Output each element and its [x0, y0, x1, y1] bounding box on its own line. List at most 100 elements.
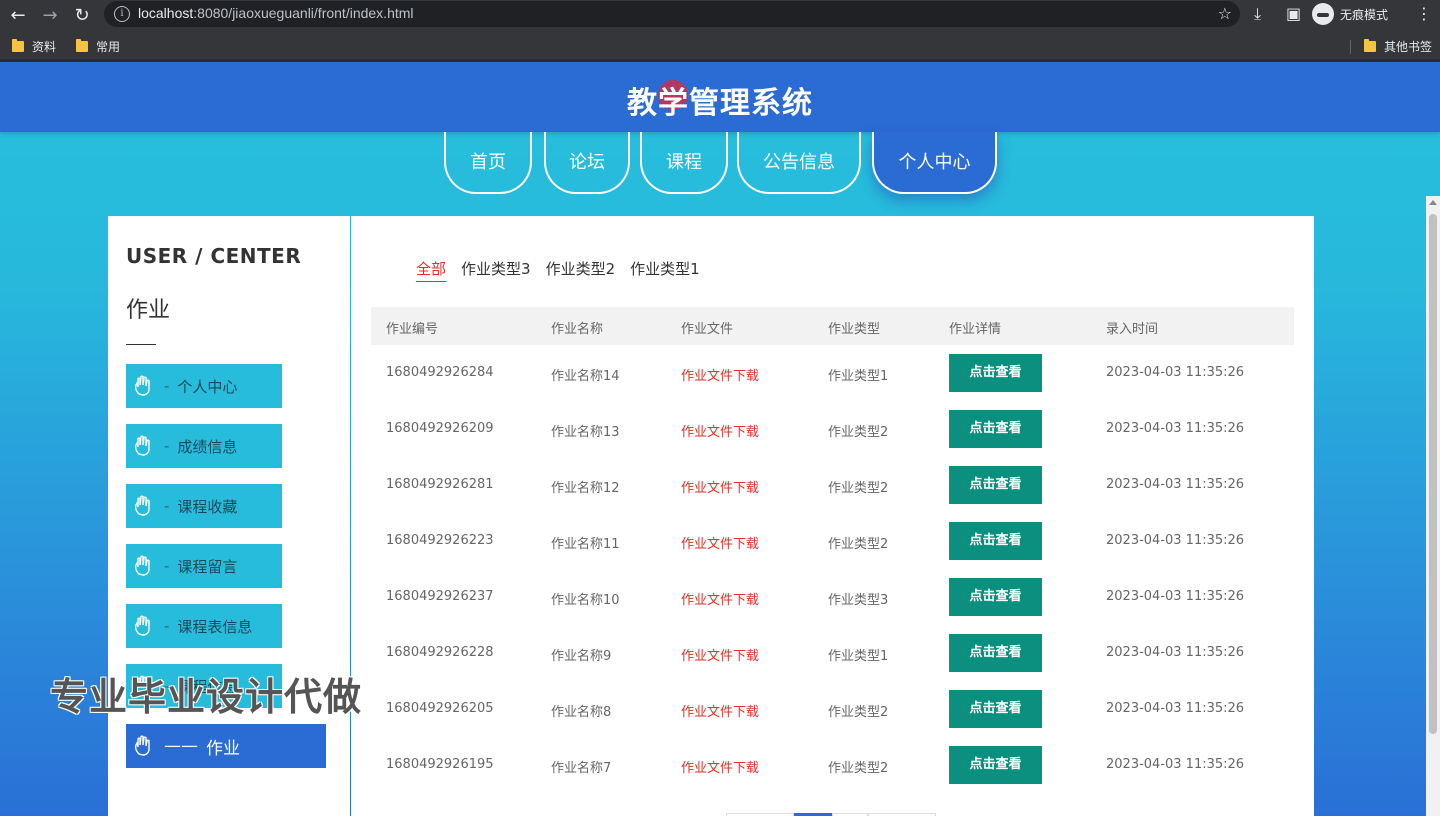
cell-time: 2023-04-03 11:35:26 — [1106, 645, 1245, 660]
sidebar-item-course-comments[interactable]: - 课程留言 — [126, 544, 282, 588]
nav-home[interactable]: 首页 — [444, 132, 532, 194]
menu-dash: - — [164, 377, 170, 395]
cell-time: 2023-04-03 11:35:26 — [1106, 533, 1245, 548]
hand-icon — [134, 735, 150, 756]
other-bookmarks[interactable]: 其他书签 — [1364, 38, 1432, 55]
browser-toolbar: ← → ↻ i localhost:8080/jiaoxueguanli/fro… — [0, 0, 1440, 32]
sidebar-item-course-favorites[interactable]: - 课程收藏 — [126, 484, 282, 528]
cell-id: 1680492926281 — [386, 477, 494, 492]
menu-label: 课程表信息 — [177, 617, 253, 636]
table-row: 1680492926223 作业名称11 作业文件下载 作业类型2 点击查看 2023-0… — [371, 513, 1294, 569]
incognito-icon — [1312, 3, 1334, 25]
scrollbar-thumb[interactable] — [1429, 214, 1437, 734]
folder-icon — [76, 39, 88, 52]
view-detail-button[interactable]: 点击查看 — [949, 410, 1042, 448]
table-body: 1680492926284 作业名称14 作业文件下载 作业类型1 点击查看 2023-0… — [371, 345, 1294, 793]
file-download-link[interactable]: 作业文件下载 — [681, 589, 759, 608]
sidebar-subtitle: 作业 — [126, 298, 171, 323]
sidebar-item-schedule[interactable]: - 课程表信息 — [126, 604, 282, 648]
main-content: 全部 作业类型3 作业类型2 作业类型1 作业编号 作业名称 作业文件 作业类型… — [351, 216, 1314, 816]
bookmark-folder-2[interactable]: 常用 — [76, 38, 120, 55]
file-download-link[interactable]: 作业文件下载 — [681, 477, 759, 496]
table-row: 1680492926228 作业名称9 作业文件下载 作业类型1 点击查看 2023-04… — [371, 625, 1294, 681]
file-download-link[interactable]: 作业文件下载 — [681, 365, 759, 384]
cell-time: 2023-04-03 11:35:26 — [1106, 477, 1245, 492]
forward-icon[interactable]: → — [38, 4, 62, 28]
menu-label: 课程收藏 — [177, 497, 238, 516]
nav-forum[interactable]: 论坛 — [544, 132, 630, 194]
cell-id: 1680492926195 — [386, 757, 494, 772]
cell-id: 1680492926284 — [386, 365, 494, 380]
sidebar-item-user-center[interactable]: - 个人中心 — [126, 364, 282, 408]
address-bar[interactable]: i localhost:8080/jiaoxueguanli/front/ind… — [104, 1, 1240, 27]
nav-notice[interactable]: 公告信息 — [737, 132, 861, 194]
cell-name: 作业名称7 — [551, 761, 612, 776]
file-download-link[interactable]: 作业文件下载 — [681, 757, 759, 776]
page: 教学管理系统 首页 论坛 课程 公告信息 个人中心 USER / CENTER … — [0, 62, 1440, 816]
folder-icon — [1364, 39, 1376, 52]
folder-icon — [12, 39, 24, 52]
col-header-time: 录入时间 — [1106, 322, 1159, 337]
menu-label: 作业 — [206, 738, 240, 759]
file-download-link[interactable]: 作业文件下载 — [681, 533, 759, 552]
cell-type: 作业类型2 — [828, 705, 889, 720]
main-nav: 首页 论坛 课程 公告信息 个人中心 — [0, 132, 1440, 196]
incognito-indicator[interactable]: 无痕模式 — [1312, 2, 1388, 26]
nav-user-center[interactable]: 个人中心 — [872, 132, 997, 194]
nav-course[interactable]: 课程 — [640, 132, 728, 194]
site-info-icon[interactable]: i — [114, 6, 130, 22]
col-header-id: 作业编号 — [386, 322, 439, 337]
hand-icon — [134, 555, 150, 576]
download-icon[interactable]: ⤓ — [1254, 4, 1261, 24]
cell-time: 2023-04-03 11:35:26 — [1106, 757, 1245, 772]
view-detail-button[interactable]: 点击查看 — [949, 466, 1042, 504]
file-download-link[interactable]: 作业文件下载 — [681, 645, 759, 664]
menu-dash: - — [164, 617, 170, 635]
view-detail-button[interactable]: 点击查看 — [949, 578, 1042, 616]
col-header-file: 作业文件 — [681, 322, 734, 337]
scroll-up-icon[interactable] — [1429, 200, 1437, 205]
table-row: 1680492926237 作业名称10 作业文件下载 作业类型3 点击查看 2023-0… — [371, 569, 1294, 625]
file-download-link[interactable]: 作业文件下载 — [681, 701, 759, 720]
cell-name: 作业名称9 — [551, 649, 612, 664]
view-detail-button[interactable]: 点击查看 — [949, 746, 1042, 784]
url-text: localhost:8080/jiaoxueguanli/front/index… — [138, 5, 414, 21]
cell-time: 2023-04-03 11:35:26 — [1106, 701, 1245, 716]
bookmark-star-icon[interactable]: ☆ — [1218, 4, 1232, 23]
cell-id: 1680492926237 — [386, 589, 494, 604]
cell-id: 1680492926228 — [386, 645, 494, 660]
cell-type: 作业类型1 — [828, 369, 889, 384]
cell-type: 作业类型2 — [828, 761, 889, 776]
view-detail-button[interactable]: 点击查看 — [949, 690, 1042, 728]
cell-time: 2023-04-03 11:35:26 — [1106, 589, 1245, 604]
sidebar-item-grades[interactable]: - 成绩信息 — [126, 424, 282, 468]
tab-type-2[interactable]: 作业类型2 — [546, 258, 616, 282]
cell-name: 作业名称14 — [551, 369, 620, 384]
view-detail-button[interactable]: 点击查看 — [949, 522, 1042, 560]
view-detail-button[interactable]: 点击查看 — [949, 354, 1042, 392]
cell-type: 作业类型3 — [828, 593, 889, 608]
cell-type: 作业类型2 — [828, 537, 889, 552]
file-download-link[interactable]: 作业文件下载 — [681, 421, 759, 440]
cell-time: 2023-04-03 11:35:26 — [1106, 421, 1245, 436]
menu-dash: - — [164, 437, 170, 455]
sidebar-item-homework[interactable]: —— 作业 — [126, 724, 326, 768]
back-icon[interactable]: ← — [6, 4, 30, 28]
menu-dots-icon[interactable]: ⋮ — [1416, 4, 1432, 23]
menu-dash: - — [164, 557, 170, 575]
reload-icon[interactable]: ↻ — [70, 4, 94, 28]
col-header-type: 作业类型 — [828, 322, 881, 337]
view-detail-button[interactable]: 点击查看 — [949, 634, 1042, 672]
table-header: 作业编号 作业名称 作业文件 作业类型 作业详情 录入时间 — [371, 307, 1294, 345]
tab-type-3[interactable]: 作业类型3 — [461, 258, 531, 282]
tab-type-1[interactable]: 作业类型1 — [630, 258, 700, 282]
cell-id: 1680492926223 — [386, 533, 494, 548]
page-scrollbar[interactable] — [1426, 196, 1440, 816]
tab-all[interactable]: 全部 — [416, 258, 447, 282]
cell-type: 作业类型2 — [828, 481, 889, 496]
bookmark-folder-1[interactable]: 资料 — [12, 38, 56, 55]
table-row: 1680492926195 作业名称7 作业文件下载 作业类型2 点击查看 2023-04… — [371, 737, 1294, 793]
hand-icon — [134, 615, 150, 636]
menu-label: 个人中心 — [177, 377, 238, 396]
side-panel-icon[interactable]: ▣ — [1286, 4, 1301, 23]
